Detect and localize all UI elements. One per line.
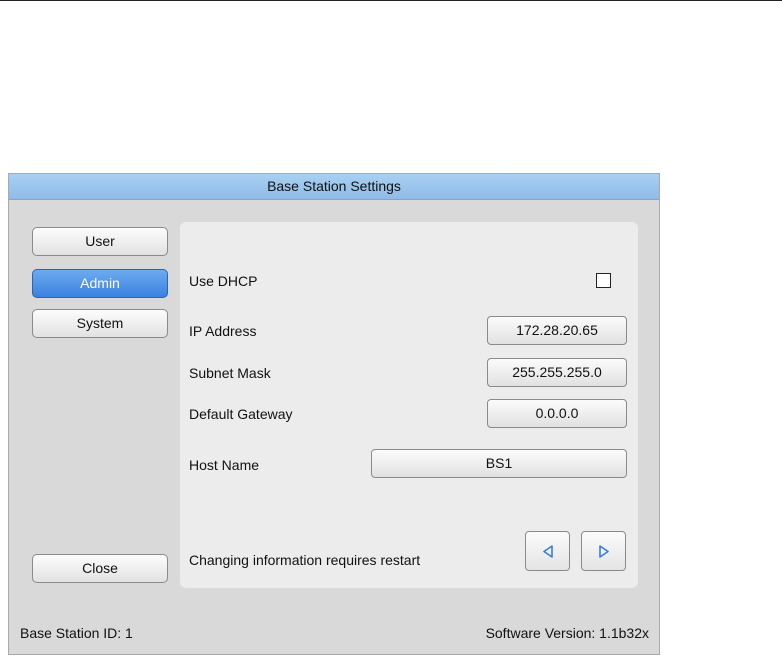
user-tab-button[interactable]: User [32,227,168,256]
default-gateway-label: Default Gateway [189,406,293,422]
base-station-settings-window: Base Station Settings User Admin System … [8,173,660,655]
next-page-button[interactable] [581,531,626,571]
admin-tab-button[interactable]: Admin [32,269,168,298]
top-divider [0,0,782,1]
host-name-label: Host Name [189,457,260,473]
ip-address-field[interactable]: 172.28.20.65 [487,316,627,345]
system-tab-button[interactable]: System [32,309,168,338]
use-dhcp-checkbox[interactable] [596,273,611,288]
triangle-right-icon [599,545,609,558]
software-version: Software Version: 1.1b32x [485,625,649,641]
network-settings-panel: Use DHCP IP Address 172.28.20.65 Subnet … [180,222,638,588]
subnet-mask-field[interactable]: 255.255.255.0 [487,358,627,387]
default-gateway-field[interactable]: 0.0.0.0 [487,399,627,428]
use-dhcp-label: Use DHCP [189,273,258,289]
base-station-id: Base Station ID: 1 [20,625,133,641]
ip-address-label: IP Address [189,323,257,339]
triangle-left-icon [543,545,553,558]
host-name-field[interactable]: BS1 [371,449,627,478]
restart-note: Changing information requires restart [189,552,421,568]
previous-page-button[interactable] [525,531,570,571]
window-title: Base Station Settings [9,174,659,200]
close-button[interactable]: Close [32,554,168,583]
subnet-mask-label: Subnet Mask [189,365,271,381]
